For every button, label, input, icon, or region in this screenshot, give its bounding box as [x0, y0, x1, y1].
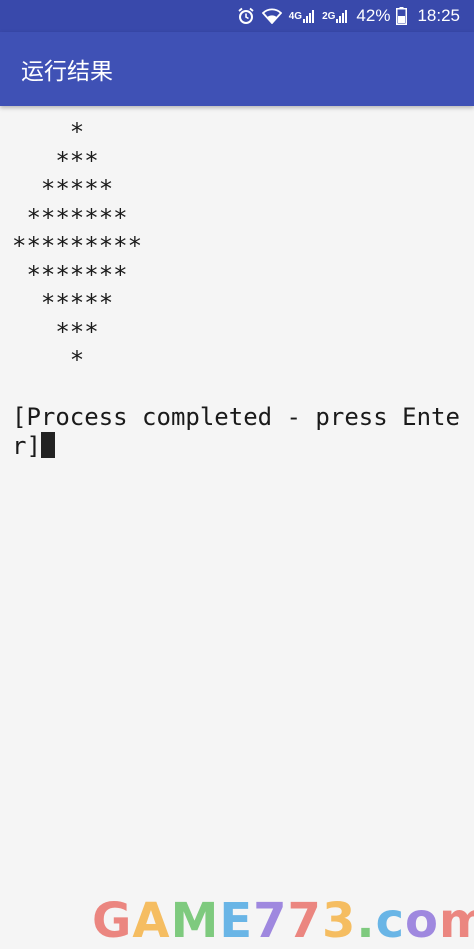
app-bar: 运行结果 — [0, 32, 474, 106]
terminal-output[interactable]: * *** ***** ******* ********* ******* **… — [12, 118, 464, 460]
text-cursor — [40, 431, 55, 458]
battery-icon — [396, 7, 408, 25]
output-line: ***** — [12, 175, 114, 203]
network-2g-label: 2G — [322, 10, 336, 22]
watermark-letter: c — [375, 893, 406, 949]
alarm-icon — [237, 7, 255, 25]
watermark-letter: M — [170, 893, 220, 949]
wifi-icon — [261, 8, 282, 24]
watermark-letter: . — [356, 893, 376, 949]
watermark-letter: 7 — [253, 893, 288, 949]
network-4g-label: 4G — [288, 10, 303, 22]
output-line: ******* — [12, 260, 128, 289]
output-line: *** — [12, 317, 99, 346]
watermark-letter: o — [405, 893, 440, 949]
watermark-letter: 7 — [287, 893, 322, 949]
network-2g-indicator: 2G — [322, 9, 348, 23]
output-line: ********* — [12, 232, 143, 260]
signal-icon — [303, 10, 315, 23]
process-message-line-1: [Process completed - press Ente — [12, 403, 460, 431]
battery-percent: 42% — [356, 6, 391, 25]
process-message-line-2: r] — [12, 431, 464, 461]
watermark-letter: G — [92, 893, 133, 949]
watermark-letter: m — [439, 893, 474, 949]
clock: 18:25 — [417, 6, 460, 25]
output-line: *** — [12, 146, 99, 175]
watermark-letter: 3 — [321, 893, 357, 949]
app-title: 运行结果 — [21, 59, 113, 85]
watermark: GAME773.com — [92, 894, 474, 948]
status-bar: 4G 2G 42% 18:25 — [0, 0, 474, 32]
watermark-letter: E — [219, 893, 254, 949]
output-line: * — [12, 346, 85, 374]
watermark-letter: A — [132, 893, 171, 949]
signal-icon — [336, 10, 348, 23]
output-line: ***** — [12, 289, 114, 317]
process-message-text: r] — [12, 431, 41, 460]
output-line: * — [12, 118, 85, 146]
output-line: ******* — [12, 203, 128, 232]
network-4g-indicator: 4G — [289, 9, 315, 23]
